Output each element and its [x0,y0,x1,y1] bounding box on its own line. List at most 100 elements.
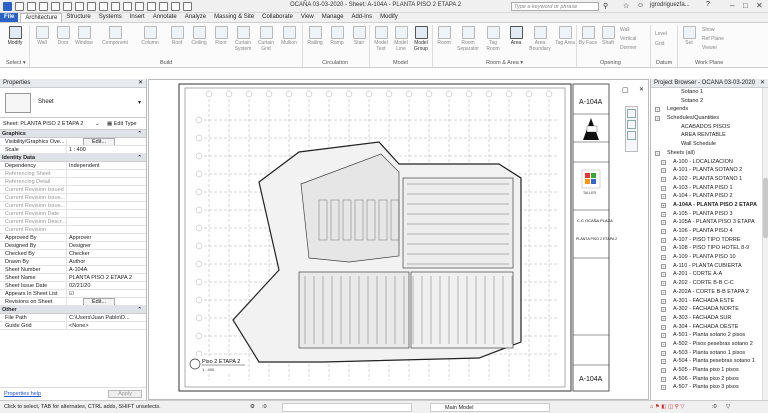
expand-icon[interactable]: + [661,237,666,243]
binoculars-icon[interactable]: ⚲ [603,2,608,10]
property-row[interactable]: Current Revision [0,226,146,234]
tab-manage[interactable]: Manage [318,13,348,22]
browser-item[interactable]: + A-108 - PISO TIPO HOTEL 8-9 [651,244,768,253]
expand-icon[interactable]: + [661,220,666,226]
property-row[interactable]: Current Revision Issue... [0,194,146,202]
properties-help-link[interactable]: Properties help [4,391,41,397]
browser-item[interactable]: + A-104A - PLANTA PISO 2 ETAPA [651,201,768,210]
model-text-button[interactable]: Model Text [371,26,391,52]
dormer-button[interactable]: Dormer [620,45,637,51]
model-line-button[interactable]: Model Line [391,26,411,52]
browser-item[interactable]: ACABADOS PISOS [651,123,768,132]
property-row[interactable]: Current Revision Issued [0,186,146,194]
property-row[interactable]: Dependency Independent [0,162,146,170]
switch-windows-icon[interactable] [183,1,192,11]
search-input[interactable]: Type a keyword or phrase [511,2,599,11]
expand-icon[interactable]: + [661,281,666,287]
property-row[interactable]: Current Revision Descr... [0,218,146,226]
property-row[interactable]: Current Revision Date [0,210,146,218]
browser-item[interactable]: + A-201 - CORTE A-A [651,270,768,279]
property-value[interactable]: Author [67,258,146,265]
pan-icon[interactable] [627,131,636,140]
browser-item[interactable]: AREA RENTABLE [651,131,768,140]
expand-icon[interactable]: + [655,107,660,113]
expand-icon[interactable]: + [661,202,666,208]
properties-section[interactable]: Other ⌃ [0,306,146,314]
browser-item[interactable]: + A-301 - FACHADA ESTE [651,297,768,306]
shaft-button[interactable]: Shaft [598,26,618,46]
undo-icon[interactable] [51,1,60,11]
room-separator-button[interactable]: Room Separator [456,26,480,52]
property-value[interactable] [67,210,146,217]
by-face-button[interactable]: By Face [578,26,598,46]
property-value[interactable] [67,178,146,185]
property-row[interactable]: File Path C:\Users\Juan Pablo\D... [0,314,146,322]
property-value[interactable] [67,194,146,201]
property-value[interactable] [67,218,146,225]
browser-item[interactable]: Wall Schedule [651,140,768,149]
expand-icon[interactable]: + [661,168,666,174]
tab-structure[interactable]: Structure [62,13,94,22]
filter-icon[interactable]: ▽ [726,401,730,413]
property-value[interactable]: ☑ [67,290,146,297]
browser-item[interactable]: + A-100 - LOCALIZACION [651,158,768,167]
property-row[interactable]: Checked By Checker [0,250,146,258]
type-selector[interactable]: Sheet ▾ [0,88,146,118]
redo-icon[interactable] [63,1,72,11]
browser-item[interactable]: + A-502 - Pisos pesebras sotano 2 [651,340,768,349]
level-button[interactable]: Level [655,31,667,37]
area-boundary-button[interactable]: Area Boundary [528,26,552,52]
expand-icon[interactable]: + [661,211,666,217]
property-value[interactable]: <None> [67,322,146,329]
help-icon[interactable]: ? [706,1,710,8]
group-select[interactable]: Select ▾ [6,60,26,66]
browser-item[interactable]: Sotano 1 [651,88,768,97]
expand-icon[interactable]: + [661,368,666,373]
close-button[interactable]: ✕ [756,1,763,10]
app-logo-icon[interactable] [3,1,12,11]
property-value[interactable]: Approver [67,234,146,241]
close-icon[interactable]: ✕ [138,79,143,88]
property-row[interactable]: Scale 1 : 400 [0,146,146,154]
chevron-down-icon[interactable]: ▾ [138,99,141,106]
browser-item[interactable]: + A-302 - FACHADA NORTE [651,305,768,314]
property-value[interactable]: 02/21/20 [67,282,146,289]
wall-button[interactable]: Wall [32,26,52,46]
browser-item[interactable]: + A-501 - Planta sotano 2 pisos [651,331,768,340]
user-icon[interactable]: ☺ [637,2,644,9]
browser-item[interactable]: + A-110 - PLANTA CUBIERTA [651,262,768,271]
model-group-button[interactable]: Model Group [411,26,431,52]
property-value[interactable] [67,170,146,177]
open-icon[interactable] [15,1,24,11]
expand-icon[interactable]: + [661,385,666,391]
property-value[interactable] [67,226,146,233]
expand-icon[interactable]: + [661,289,666,295]
ceiling-button[interactable]: Ceiling [189,26,209,46]
expand-icon[interactable]: + [661,307,666,313]
sync-icon[interactable] [39,1,48,11]
worksets-icon[interactable]: ⚙ [250,401,255,413]
chevron-down-icon[interactable]: ⌄ [95,118,100,130]
browser-item[interactable]: + A-105A - PLANTA PISO 3 ETAPA [651,218,768,227]
browser-item[interactable]: + A-103 - PLANTA PISO 1 [651,184,768,193]
column-button[interactable]: Column [140,26,160,46]
tab-insert[interactable]: Insert [126,13,149,22]
tab-annotate[interactable]: Annotate [149,13,181,22]
property-value[interactable] [67,186,146,193]
browser-item[interactable]: + Legends [651,105,768,114]
browser-item[interactable]: + A-202A - CORTE B-B ETAPA 2 [651,288,768,297]
property-row[interactable]: Sheet Name PLANTA PISO 2 ETAPA 2 [0,274,146,282]
tag-room-button[interactable]: Tag Room [483,26,503,52]
browser-item[interactable]: + Schedules/Quantities [651,114,768,123]
expand-icon[interactable]: + [661,185,666,191]
tab-add-ins[interactable]: Add-Ins [347,13,376,22]
property-row[interactable]: Guide Grid <None> [0,322,146,330]
tab-file[interactable]: File [0,13,19,22]
area-button[interactable]: Area [506,26,526,46]
tab-massing-site[interactable]: Massing & Site [210,13,258,22]
navigation-bar[interactable] [625,106,638,152]
tab-analyze[interactable]: Analyze [181,13,210,22]
edit-type-button[interactable]: ▦ Edit Type [107,118,137,130]
minimize-button[interactable]: – [730,1,734,10]
property-value[interactable]: Checker [67,250,146,257]
